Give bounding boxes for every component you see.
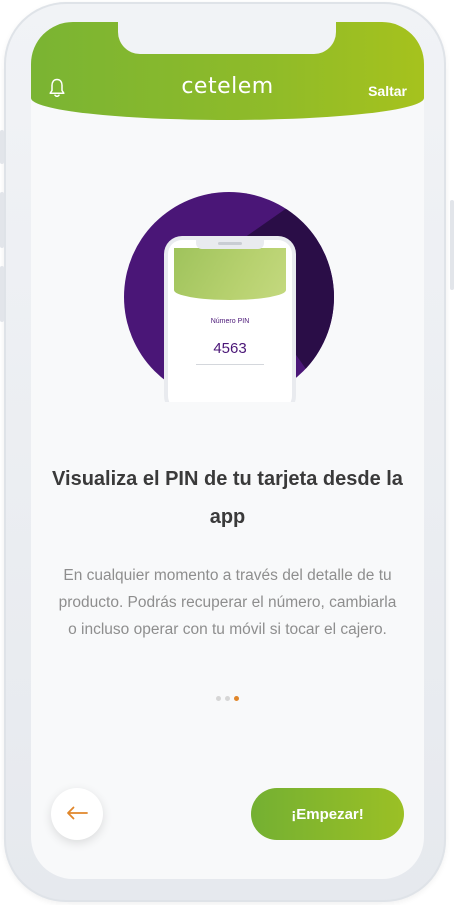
back-button[interactable] [51,788,103,840]
pin-value: 4563 [213,340,247,357]
illustration-phone-speaker [218,242,242,245]
arrow-left-icon [66,805,88,824]
side-button-power [450,200,454,290]
pagination-dots [31,696,424,702]
pin-label: Número PIN [210,318,250,325]
side-button-mute [0,130,4,164]
onboarding-description: En cualquier momento a través del detall… [58,567,397,638]
pagination-dot-2 [225,696,230,701]
onboarding-title: Visualiza el PIN de tu tarjeta desde la … [52,468,403,528]
app-screen: cetelem Saltar Número PIN 4563 Visualiza… [31,22,424,879]
pagination-dot-1 [216,696,221,701]
app-stage: cetelem Saltar Número PIN 4563 Visualiza… [0,0,455,905]
phone-notch [118,22,336,54]
illustration-phone: Número PIN 4563 [168,240,292,402]
start-button[interactable]: ¡Empezar! [251,788,404,840]
side-button-volume-up [0,192,4,248]
pin-underline [196,364,264,365]
pagination-dot-3 [234,696,239,701]
illustration-phone-header [174,248,286,300]
skip-button[interactable]: Saltar [368,83,407,99]
brand-logo: cetelem [181,74,274,99]
pin-illustration: Número PIN 4563 [124,192,334,402]
side-button-volume-down [0,266,4,322]
